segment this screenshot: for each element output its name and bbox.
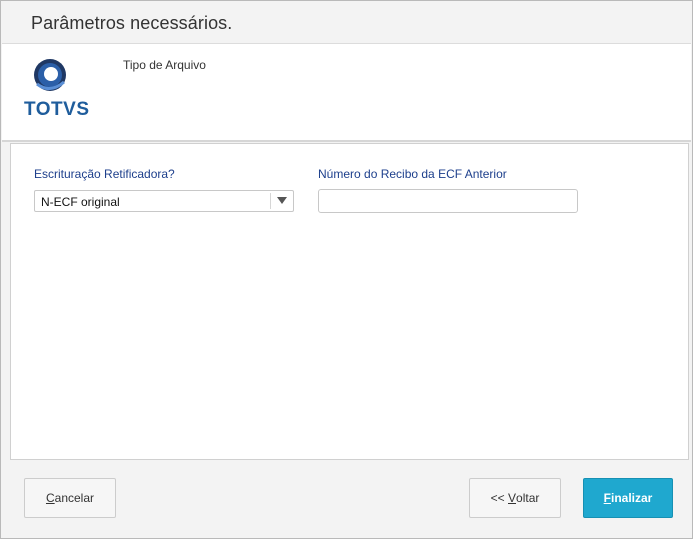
- footer-bar: Cancelar << Voltar Finalizar: [2, 462, 691, 538]
- chevron-down-icon[interactable]: [277, 197, 287, 204]
- totvs-logo-icon: [34, 59, 66, 91]
- recibo-input[interactable]: [318, 189, 578, 213]
- finish-button-mnemonic: F: [603, 491, 611, 505]
- window-title: Parâmetros necessários.: [31, 13, 233, 33]
- file-type-label: Tipo de Arquivo: [123, 58, 206, 72]
- cancel-button-label: Cancelar: [45, 491, 95, 505]
- back-button-mnemonic: V: [508, 491, 517, 505]
- cancel-button[interactable]: Cancelar: [24, 478, 116, 518]
- back-button-label: oltar: [516, 491, 540, 505]
- wizard-window: Parâmetros necessários. TOTVS Tipo de Ar…: [0, 0, 693, 539]
- logo-text: TOTVS: [24, 99, 90, 120]
- totvs-logo: TOTVS: [24, 56, 90, 120]
- header-panel: TOTVS Tipo de Arquivo: [2, 44, 691, 142]
- back-button[interactable]: << Voltar: [469, 478, 561, 518]
- recibo-label: Número do Recibo da ECF Anterior: [318, 167, 507, 181]
- back-button-prefix: <<: [490, 491, 508, 505]
- select-divider: [270, 193, 271, 209]
- finish-button-label: inalizar: [610, 491, 653, 505]
- retificadora-select-value: N-ECF original: [41, 195, 120, 209]
- title-bar: Parâmetros necessários.: [2, 2, 691, 44]
- form-panel: Escrituração Retificadora? N-ECF origina…: [10, 143, 689, 460]
- retificadora-select[interactable]: N-ECF original: [34, 190, 294, 212]
- retificadora-label: Escrituração Retificadora?: [34, 167, 175, 181]
- finish-button[interactable]: Finalizar: [583, 478, 673, 518]
